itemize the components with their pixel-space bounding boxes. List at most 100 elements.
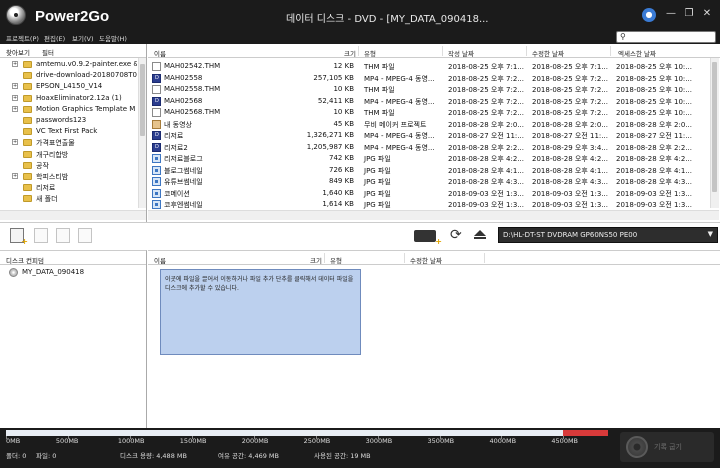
file-row[interactable]: MAH02568.THM 10 KB THM 파일 2018-08-25 오후 7:2… bbox=[148, 106, 710, 117]
tree-item[interactable]: + amtemu.v0.9.2-painter.exe & bbox=[0, 60, 137, 70]
drive-select[interactable]: D:\HL-DT-ST DVDRAM GP60NS50 PE00 ▼ bbox=[498, 227, 718, 243]
disc-content-pane[interactable]: 이름 크기 유형 수정한 날짜 이곳에 파일을 끌어서 이동하거나 파일 추가 … bbox=[148, 250, 720, 428]
add-to-disc-icon[interactable]: + bbox=[414, 230, 442, 246]
file-scroll-thumb[interactable] bbox=[712, 62, 717, 192]
refresh-icon[interactable]: ⟳ bbox=[450, 227, 464, 243]
file-name: 블로그썸네일 bbox=[164, 166, 203, 175]
expand-icon[interactable]: + bbox=[12, 94, 18, 101]
column-type[interactable]: 유형 bbox=[330, 255, 342, 265]
column-name[interactable]: 이름 bbox=[154, 48, 166, 58]
tree-item[interactable]: + EPSON_L4150_V14 bbox=[0, 82, 137, 92]
column-divider[interactable] bbox=[358, 46, 359, 56]
file-row[interactable]: MAH02558.THM 10 KB THM 파일 2018-08-25 오후 7:2… bbox=[148, 83, 710, 94]
capacity-tick-label: 0MB bbox=[6, 437, 21, 445]
expand-icon[interactable]: + bbox=[12, 61, 18, 67]
column-divider[interactable] bbox=[324, 253, 325, 263]
file-created: 2018-08-28 오후 2:0... bbox=[448, 120, 524, 129]
restore-button[interactable]: ❐ bbox=[682, 7, 696, 21]
drop-hint-box: 이곳에 파일을 끌어서 이동하거나 파일 추가 단추를 클릭해서 데이터 파일을… bbox=[160, 269, 361, 355]
tree-item[interactable]: + 가격표연출물 bbox=[0, 138, 137, 148]
file-name: 내 동영상 bbox=[164, 120, 192, 129]
tree-scroll-thumb[interactable] bbox=[140, 64, 145, 136]
file-modified: 2018-08-25 오후 7:1... bbox=[532, 63, 608, 71]
file-row[interactable]: MAH02542.THM 12 KB THM 파일 2018-08-25 오후 7:1… bbox=[148, 60, 710, 71]
file-row[interactable]: MAH02568 52,411 KB MP4 - MPEG-4 동영... 2018-… bbox=[148, 95, 710, 106]
file-row[interactable]: 블로그썸네일 726 KB JPG 파일 2018-08-28 오후 4:1... 20… bbox=[148, 164, 710, 175]
copy-file-button[interactable] bbox=[56, 228, 70, 243]
expand-icon[interactable]: + bbox=[12, 83, 18, 90]
file-created: 2018-08-25 오후 7:2... bbox=[448, 109, 524, 117]
tree-item[interactable]: passwords123 bbox=[0, 116, 137, 126]
file-row[interactable]: 내 동영상 45 KB 무비 메이커 프로젝트 2018-08-28 오후 2:0..… bbox=[148, 118, 710, 129]
file-row[interactable]: 유튜브썸네일 849 KB JPG 파일 2018-08-28 오후 4:3... 20… bbox=[148, 175, 710, 186]
notification-bell-icon[interactable]: ● bbox=[642, 8, 656, 22]
expand-icon[interactable]: + bbox=[12, 139, 18, 146]
file-created: 2018-08-27 오전 11:... bbox=[448, 132, 524, 140]
image-file-icon bbox=[152, 177, 161, 186]
tree-item[interactable]: drive-download-20180708T0 bbox=[0, 71, 137, 81]
search-input[interactable] bbox=[631, 32, 713, 42]
tree-item[interactable]: 새 폴더 bbox=[0, 194, 137, 204]
search-icon: ⚲ bbox=[620, 32, 626, 41]
remove-file-button[interactable] bbox=[34, 228, 48, 243]
burn-button[interactable]: 기록 굽기 bbox=[620, 432, 714, 462]
file-row[interactable]: 리저료블로그 742 KB JPG 파일 2018-08-28 오후 4:2... 20… bbox=[148, 152, 710, 163]
file-accessed: 2018-08-25 오후 10:... bbox=[616, 74, 692, 83]
file-row[interactable]: 리저료2 1,205,987 KB MP4 - MPEG-4 동영... 2018-0… bbox=[148, 141, 710, 152]
column-divider[interactable] bbox=[442, 46, 443, 56]
file-type: THM 파일 bbox=[364, 63, 395, 71]
file-accessed: 2018-08-28 오후 2:0... bbox=[616, 120, 692, 129]
column-modified[interactable]: 수정한 날짜 bbox=[532, 48, 564, 58]
column-created[interactable]: 작성 날짜 bbox=[448, 48, 474, 58]
column-divider[interactable] bbox=[404, 253, 405, 263]
file-row[interactable]: MAH02558 257,105 KB MP4 - MPEG-4 동영... 2018… bbox=[148, 72, 710, 83]
search-box[interactable]: ⚲ bbox=[616, 31, 716, 43]
new-folder-button[interactable] bbox=[78, 228, 92, 243]
column-name[interactable]: 이름 bbox=[154, 255, 166, 265]
tree-item[interactable]: + HoaxEliminator2.12a (1) bbox=[0, 94, 137, 104]
file-accessed: 2018-08-25 오후 10:... bbox=[616, 97, 692, 106]
window-title: 데이터 디스크 - DVD - [MY_DATA_090418... bbox=[286, 14, 489, 25]
close-button[interactable]: ✕ bbox=[700, 7, 714, 21]
column-divider[interactable] bbox=[484, 253, 485, 263]
disc-content-header: 이름 크기 유형 수정한 날짜 bbox=[148, 251, 720, 265]
expand-icon[interactable]: + bbox=[12, 105, 18, 112]
video-file-icon bbox=[152, 142, 161, 152]
add-file-button[interactable]: + bbox=[10, 228, 28, 246]
tab-browse[interactable]: 찾아보기 bbox=[6, 47, 30, 57]
column-size[interactable]: 크기 bbox=[310, 255, 322, 265]
column-accessed[interactable]: 엑세스한 날짜 bbox=[618, 48, 656, 58]
column-modified[interactable]: 수정한 날짜 bbox=[410, 255, 442, 265]
tree-item[interactable]: 리저료 bbox=[0, 183, 137, 193]
column-divider[interactable] bbox=[526, 46, 527, 56]
file-row[interactable]: 리저료 1,326,271 KB MP4 - MPEG-4 동영... 2018-08… bbox=[148, 129, 710, 140]
menu-edit[interactable]: 편집(E) bbox=[44, 33, 65, 43]
tab-filter[interactable]: 필터 bbox=[42, 47, 54, 57]
file-row[interactable]: 코메이션 1,640 KB JPG 파일 2018-09-03 오전 1:3... 20… bbox=[148, 187, 710, 198]
disc-item[interactable]: MY_DATA_090418 bbox=[0, 266, 146, 278]
column-type[interactable]: 유형 bbox=[364, 48, 376, 58]
status-used-space: 사용된 공간: 19 MB bbox=[314, 452, 371, 460]
file-vertical-scrollbar[interactable] bbox=[710, 58, 719, 208]
file-modified: 2018-08-28 오후 4:2... bbox=[532, 155, 608, 163]
tree-item[interactable]: VC Text First Pack bbox=[0, 127, 137, 137]
minimize-button[interactable]: — bbox=[664, 7, 678, 21]
menu-help[interactable]: 도움말(H) bbox=[99, 33, 127, 43]
menu-project[interactable]: 프로젝트(P) bbox=[6, 33, 39, 43]
column-divider[interactable] bbox=[610, 46, 611, 56]
eject-icon[interactable] bbox=[474, 230, 486, 236]
file-row[interactable]: 코후엔썸네일 1,614 KB JPG 파일 2018-09-03 오전 1:3...… bbox=[148, 198, 710, 209]
file-name: MAH02568 bbox=[164, 96, 203, 105]
menu-view[interactable]: 보기(V) bbox=[72, 33, 93, 43]
file-accessed: 2018-08-27 오전 11:... bbox=[616, 132, 692, 140]
tree-item[interactable]: + Motion Graphics Template M bbox=[0, 105, 137, 115]
expand-icon[interactable]: + bbox=[12, 173, 18, 179]
tree-horizontal-scrollbar[interactable] bbox=[0, 210, 146, 220]
tree-item[interactable]: + 학피스티밤 bbox=[0, 172, 137, 182]
tree-item[interactable]: 개구리합방 bbox=[0, 150, 137, 160]
tree-vertical-scrollbar[interactable] bbox=[138, 58, 146, 208]
file-type: JPG 파일 bbox=[364, 178, 391, 186]
file-horizontal-scrollbar[interactable] bbox=[148, 210, 719, 220]
column-size[interactable]: 크기 bbox=[344, 48, 356, 58]
tree-item[interactable]: 공작 bbox=[0, 161, 137, 171]
